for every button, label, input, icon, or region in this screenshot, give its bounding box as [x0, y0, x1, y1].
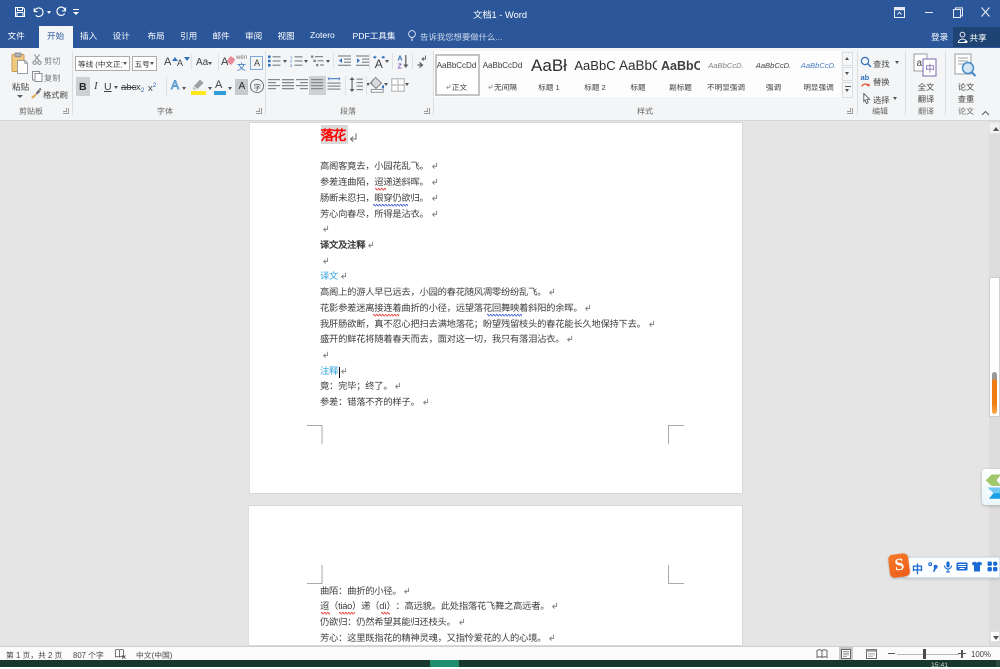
svg-text:中: 中: [925, 60, 935, 75]
svg-text:A: A: [398, 56, 403, 63]
svg-text:Z: Z: [398, 64, 403, 70]
svg-text:a: a: [917, 58, 923, 69]
svg-text:A: A: [374, 57, 382, 69]
svg-text:3: 3: [290, 63, 293, 67]
